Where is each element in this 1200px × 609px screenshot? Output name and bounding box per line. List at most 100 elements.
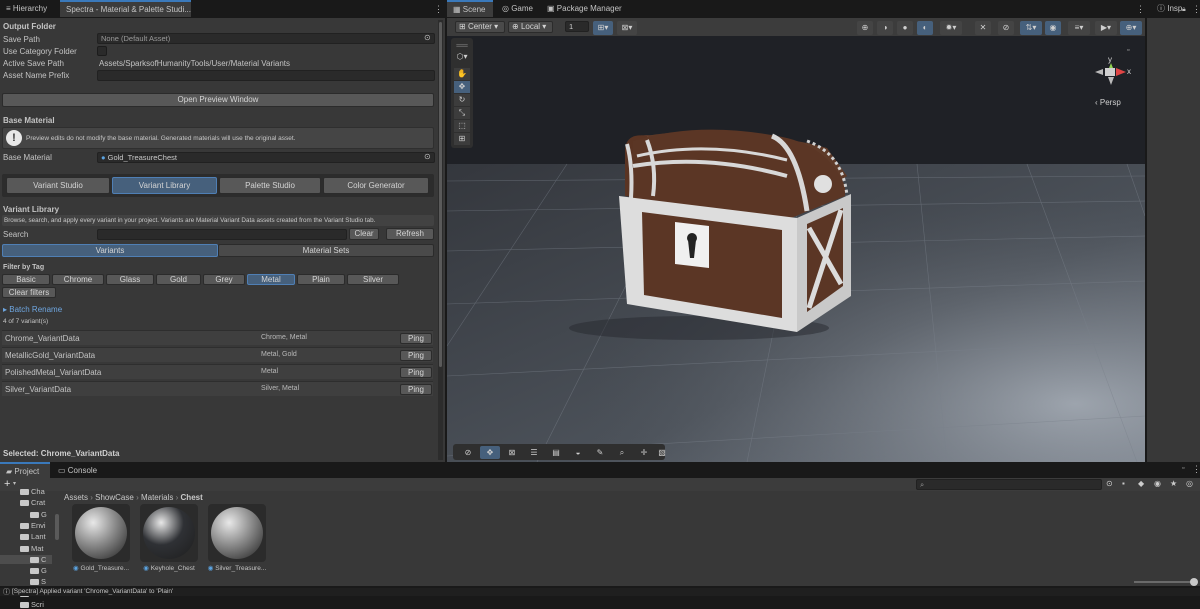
scene-viewport[interactable] bbox=[447, 36, 1145, 462]
variant-row[interactable]: Silver_VariantData Silver, Metal Ping bbox=[2, 381, 433, 396]
tab-package-manager[interactable]: ▣ Package Manager bbox=[541, 0, 631, 17]
snap-value-field[interactable]: 1 bbox=[565, 21, 589, 32]
tab-console[interactable]: ▭ Console bbox=[52, 462, 112, 478]
audio-mute-icon[interactable]: ✕ bbox=[975, 21, 991, 35]
folder-tree-item[interactable]: C bbox=[0, 554, 52, 564]
inspector-more-icon[interactable]: ⋮ bbox=[1192, 4, 1200, 15]
material-asset[interactable]: ◉ Silver_Treasure... bbox=[208, 504, 266, 572]
search-input[interactable] bbox=[97, 229, 347, 240]
asset-prefix-field[interactable] bbox=[97, 70, 435, 81]
ping-button[interactable]: Ping bbox=[400, 350, 432, 361]
collider-icon[interactable]: ⊠ bbox=[502, 446, 522, 459]
ping-button[interactable]: Ping bbox=[400, 333, 432, 344]
tag-filter-icon[interactable]: ◆ bbox=[1138, 479, 1144, 488]
open-preview-button[interactable]: Open Preview Window bbox=[2, 93, 434, 107]
layers-icon[interactable]: ≡▾ bbox=[1068, 21, 1090, 35]
ping-button[interactable]: Ping bbox=[400, 367, 432, 378]
tab-variant-library[interactable]: Variant Library bbox=[112, 177, 217, 194]
gizmo-center[interactable] bbox=[1105, 68, 1115, 76]
tab-color-generator[interactable]: Color Generator bbox=[323, 177, 429, 194]
breadcrumb-materials[interactable]: Materials bbox=[141, 493, 173, 502]
tab-scene[interactable]: ▦ Scene bbox=[447, 0, 493, 17]
use-category-checkbox[interactable] bbox=[97, 46, 107, 56]
ping-button[interactable]: Ping bbox=[400, 384, 432, 395]
base-material-field[interactable]: ● Gold_TreasureChest bbox=[97, 152, 435, 163]
material-asset[interactable]: ◉ Gold_Treasure... bbox=[72, 504, 130, 572]
persp-label[interactable]: ‹ Persp bbox=[1095, 98, 1121, 107]
material-asset[interactable]: ◉ Keyhole_Chest bbox=[140, 504, 198, 572]
transform-tool-icon[interactable]: ⊞ bbox=[454, 133, 470, 145]
subtab-material-sets[interactable]: Material Sets bbox=[218, 244, 434, 257]
folder-tree-item[interactable]: Lant bbox=[20, 532, 46, 541]
tag-plain[interactable]: Plain bbox=[297, 274, 345, 285]
scene-render-icon[interactable]: ◐ bbox=[917, 21, 933, 35]
breadcrumb-showcase[interactable]: ShowCase bbox=[95, 493, 134, 502]
folder-tree-item[interactable]: G bbox=[30, 566, 47, 575]
tab-spectra[interactable]: Spectra - Material & Palette Studi... bbox=[60, 0, 191, 17]
hidden-packages-icon[interactable]: ◉ bbox=[1154, 479, 1161, 488]
scene-shading-icon[interactable]: ● bbox=[897, 21, 913, 35]
settings-sliders-icon[interactable]: ☰ bbox=[524, 446, 544, 459]
orient-icon[interactable]: ⊘ bbox=[458, 446, 478, 459]
create-dropdown-icon[interactable]: ▾ bbox=[13, 480, 16, 487]
orientation-gizmo[interactable]: y x bbox=[1090, 50, 1135, 95]
space-local-dropdown[interactable]: ⊕ Local ▾ bbox=[508, 21, 553, 33]
grid-snap-icon[interactable]: ⊞▾ bbox=[593, 21, 613, 35]
tag-silver[interactable]: Silver bbox=[347, 274, 399, 285]
folder-tree-item[interactable]: G bbox=[30, 510, 47, 519]
tag-glass[interactable]: Glass bbox=[106, 274, 154, 285]
lock-icon[interactable]: ▫ bbox=[1127, 47, 1129, 54]
tag-grey[interactable]: Grey bbox=[203, 274, 245, 285]
folder-tree-item[interactable]: Mat bbox=[20, 544, 44, 553]
tab-game[interactable]: ◎ Game bbox=[496, 0, 536, 17]
effects-icon[interactable]: ✹▾ bbox=[940, 21, 962, 35]
breadcrumb-chest[interactable]: Chest bbox=[181, 493, 203, 502]
pivot-center-dropdown[interactable]: ⊞ Center ▾ bbox=[455, 21, 505, 33]
tag-basic[interactable]: Basic bbox=[2, 274, 50, 285]
view-cube-icon[interactable]: ⬡▾ bbox=[452, 51, 472, 63]
gizmo-neg-x[interactable] bbox=[1095, 69, 1103, 75]
move-snap-icon[interactable]: ✥ bbox=[480, 446, 500, 459]
inspector-lock-icon[interactable]: 🔒︎ bbox=[1182, 6, 1186, 14]
panel-scrollbar-thumb[interactable] bbox=[439, 22, 442, 367]
layout-icon[interactable]: ▧ bbox=[652, 446, 672, 459]
camera-icon[interactable]: ▶▾ bbox=[1095, 21, 1117, 35]
visibility-icon[interactable]: ⊘ bbox=[998, 21, 1014, 35]
scene-lighting-icon[interactable]: ◑ bbox=[877, 21, 893, 35]
scene-more-icon[interactable]: ⋮ bbox=[1136, 4, 1145, 15]
search-by-type-icon[interactable]: ⊙ bbox=[1106, 479, 1113, 488]
save-path-field[interactable]: None (Default Asset) bbox=[97, 33, 435, 44]
tree-scrollbar-thumb[interactable] bbox=[55, 514, 59, 540]
rect-tool-icon[interactable]: ⬚ bbox=[454, 120, 470, 132]
create-plus-icon[interactable]: + bbox=[4, 478, 10, 490]
tab-project[interactable]: ▰ Project bbox=[0, 462, 50, 478]
tab-hierarchy[interactable]: ≡ Hierarchy bbox=[0, 0, 60, 17]
project-lock-icon[interactable]: ▫ bbox=[1182, 465, 1184, 472]
refresh-button[interactable]: Refresh bbox=[386, 228, 434, 240]
variant-row[interactable]: MetallicGold_VariantData Metal, Gold Ping bbox=[2, 347, 433, 362]
gizmo-x-axis[interactable] bbox=[1116, 68, 1126, 76]
rotate-tool-icon[interactable]: ↻ bbox=[454, 94, 470, 106]
folder-tree-item[interactable]: Cha bbox=[20, 487, 45, 496]
gizmo-neg-y[interactable] bbox=[1108, 77, 1114, 85]
zoom-slider-handle[interactable] bbox=[1190, 578, 1198, 586]
favorite-star-icon[interactable]: ★ bbox=[1170, 479, 1177, 488]
folder-tree-item[interactable]: Crat bbox=[20, 498, 45, 507]
list-icon[interactable]: ▤ bbox=[546, 446, 566, 459]
move-cross-icon[interactable]: ✛ bbox=[634, 446, 654, 459]
base-material-picker-icon[interactable]: ⊙ bbox=[424, 152, 431, 161]
more-options-icon[interactable]: ⋮ bbox=[434, 4, 443, 15]
folder-tree-item[interactable]: Scri bbox=[20, 600, 44, 609]
scene-visibility-icon[interactable]: ◉ bbox=[1045, 21, 1061, 35]
status-message[interactable]: [Spectra] Applied variant 'Chrome_Varian… bbox=[12, 588, 173, 595]
search-by-label-icon[interactable]: ▪ bbox=[1122, 479, 1125, 488]
variant-row[interactable]: PolishedMetal_VariantData Metal Ping bbox=[2, 364, 433, 379]
move-tool-icon[interactable]: ✥ bbox=[454, 81, 470, 93]
folder-tree-item[interactable]: S bbox=[30, 577, 46, 586]
breadcrumb-assets[interactable]: Assets bbox=[64, 493, 88, 502]
batch-rename-foldout[interactable]: ▸ Batch Rename bbox=[3, 305, 62, 314]
hand-tool-icon[interactable]: ✋ bbox=[454, 68, 470, 80]
tools-icon[interactable]: ⇅▾ bbox=[1020, 21, 1042, 35]
tag-chrome[interactable]: Chrome bbox=[52, 274, 104, 285]
project-search-input[interactable]: ⌕ bbox=[916, 479, 1102, 490]
